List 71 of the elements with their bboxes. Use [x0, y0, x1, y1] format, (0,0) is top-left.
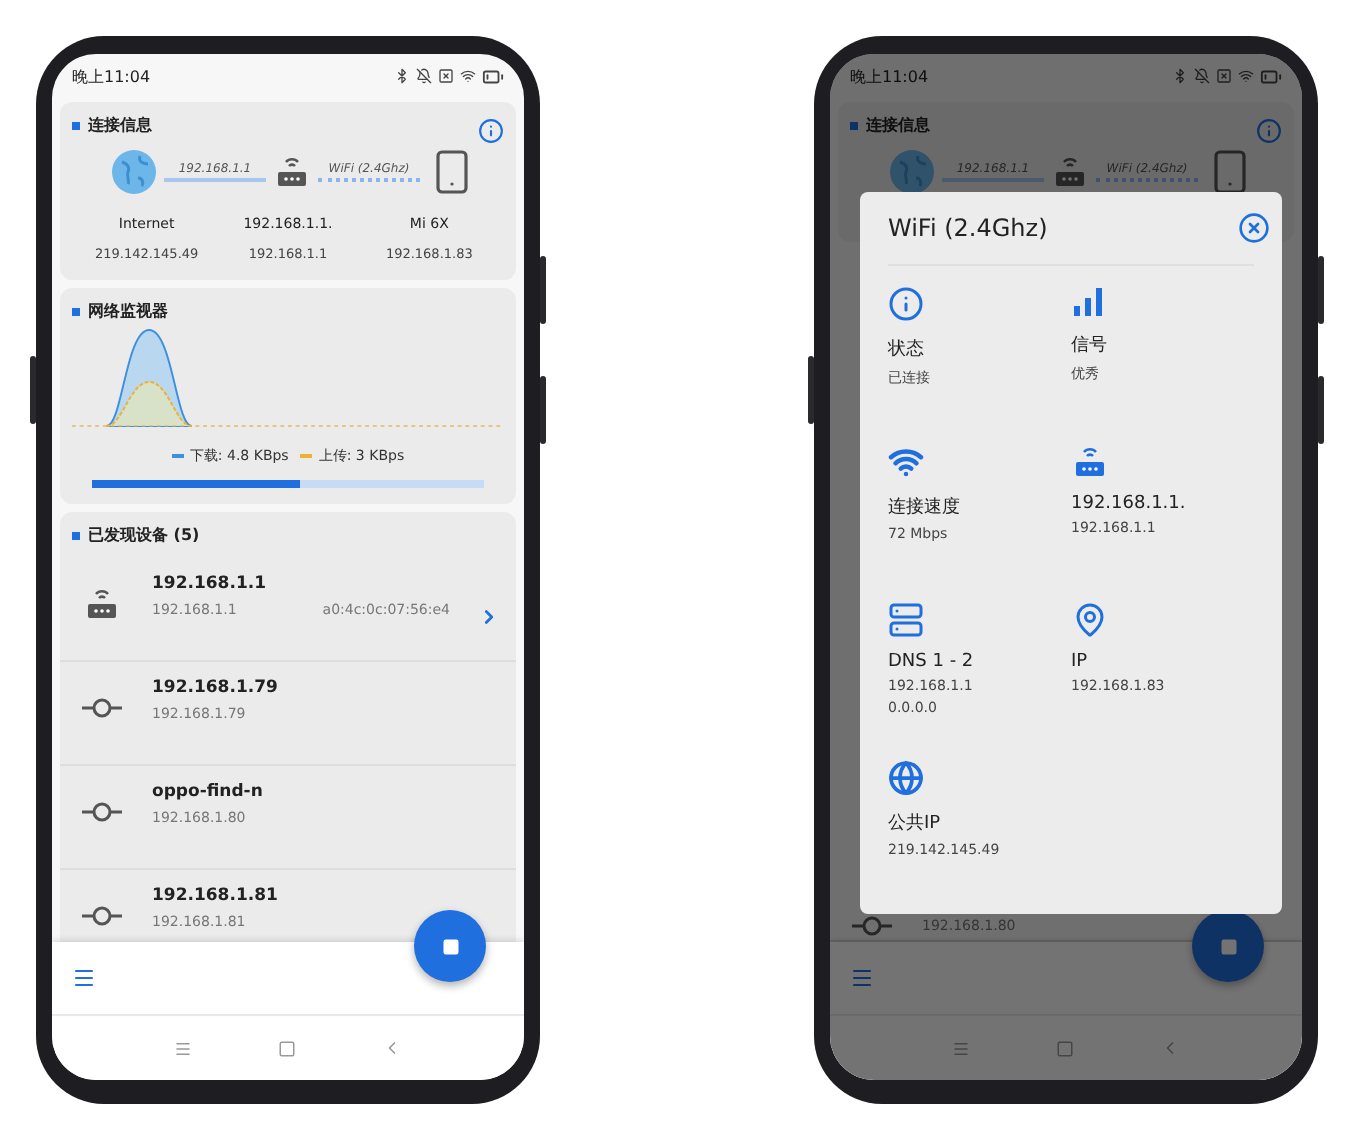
bell-off-icon	[1194, 68, 1210, 84]
battery-icon	[482, 65, 504, 87]
router-icon	[274, 154, 310, 190]
device-name: 192.168.1.1	[152, 574, 269, 594]
home-icon	[277, 1039, 296, 1057]
menu-icon	[72, 966, 96, 990]
info-icon	[1256, 118, 1282, 144]
status-time: 晚上11:04	[72, 65, 151, 87]
link-line	[1096, 178, 1198, 182]
x-box-icon	[438, 68, 454, 84]
device-name: 192.168.1.79	[152, 678, 280, 698]
link-line	[318, 178, 420, 182]
section-title: 网络监视器	[88, 300, 168, 322]
info-label: DNS 1 - 2	[888, 652, 976, 672]
stop-icon	[441, 937, 459, 955]
section-title: 已发现设备 (5)	[88, 524, 200, 546]
info-label: 连接速度	[888, 495, 962, 520]
section-marker	[72, 121, 80, 129]
section-marker	[850, 121, 858, 129]
info-label: IP	[1071, 652, 1090, 672]
info-label: 状态	[888, 337, 926, 362]
location-pin-icon	[1071, 602, 1107, 638]
status-time: 晚上11:04	[850, 65, 929, 87]
server-icon	[888, 602, 924, 638]
info-label: 192.168.1.1.	[1071, 494, 1188, 514]
bluetooth-icon	[394, 68, 410, 84]
close-icon	[1238, 212, 1270, 244]
router-icon	[84, 586, 120, 622]
section-title: 连接信息	[866, 114, 930, 136]
device-name: 192.168.1.81	[152, 886, 280, 906]
recents-icon	[174, 1039, 193, 1057]
menu-button[interactable]	[850, 966, 874, 990]
stop-icon	[1219, 937, 1237, 955]
device-name: oppo-find-n	[152, 782, 265, 802]
router-icon	[1052, 154, 1088, 190]
info-button[interactable]	[1256, 118, 1282, 144]
close-button[interactable]	[1238, 212, 1270, 244]
recents-button[interactable]	[952, 1039, 971, 1057]
section-marker	[72, 307, 80, 315]
home-icon	[1055, 1039, 1074, 1057]
recents-icon	[952, 1039, 971, 1057]
info-icon	[478, 118, 504, 144]
info-button[interactable]	[478, 118, 504, 144]
wifi-icon	[888, 444, 924, 480]
battery-icon	[1260, 65, 1282, 87]
section-marker	[72, 531, 80, 539]
bell-off-icon	[416, 68, 432, 84]
menu-icon	[850, 966, 874, 990]
section-title: 连接信息	[88, 114, 152, 136]
info-label: 公共IP	[888, 811, 943, 836]
node-icon	[82, 698, 122, 718]
globe-icon	[888, 760, 924, 796]
wifi-icon	[460, 68, 476, 84]
node-icon	[82, 802, 122, 822]
info-label: 信号	[1071, 333, 1109, 358]
node-icon	[82, 906, 122, 926]
x-box-icon	[1216, 68, 1232, 84]
node-icon	[852, 915, 892, 935]
globe-icon	[112, 150, 156, 194]
globe-icon	[890, 150, 934, 194]
link-line	[164, 178, 266, 182]
dialog-title: WiFi (2.4Ghz)	[888, 214, 1048, 242]
menu-button[interactable]	[72, 966, 96, 990]
info-icon	[888, 286, 924, 322]
wifi-icon	[1238, 68, 1254, 84]
router-icon	[1071, 444, 1107, 480]
signal-bars-icon	[1071, 286, 1103, 318]
home-button[interactable]	[1055, 1039, 1074, 1057]
bluetooth-icon	[1172, 68, 1188, 84]
recents-button[interactable]	[174, 1039, 193, 1057]
home-button[interactable]	[277, 1039, 296, 1057]
